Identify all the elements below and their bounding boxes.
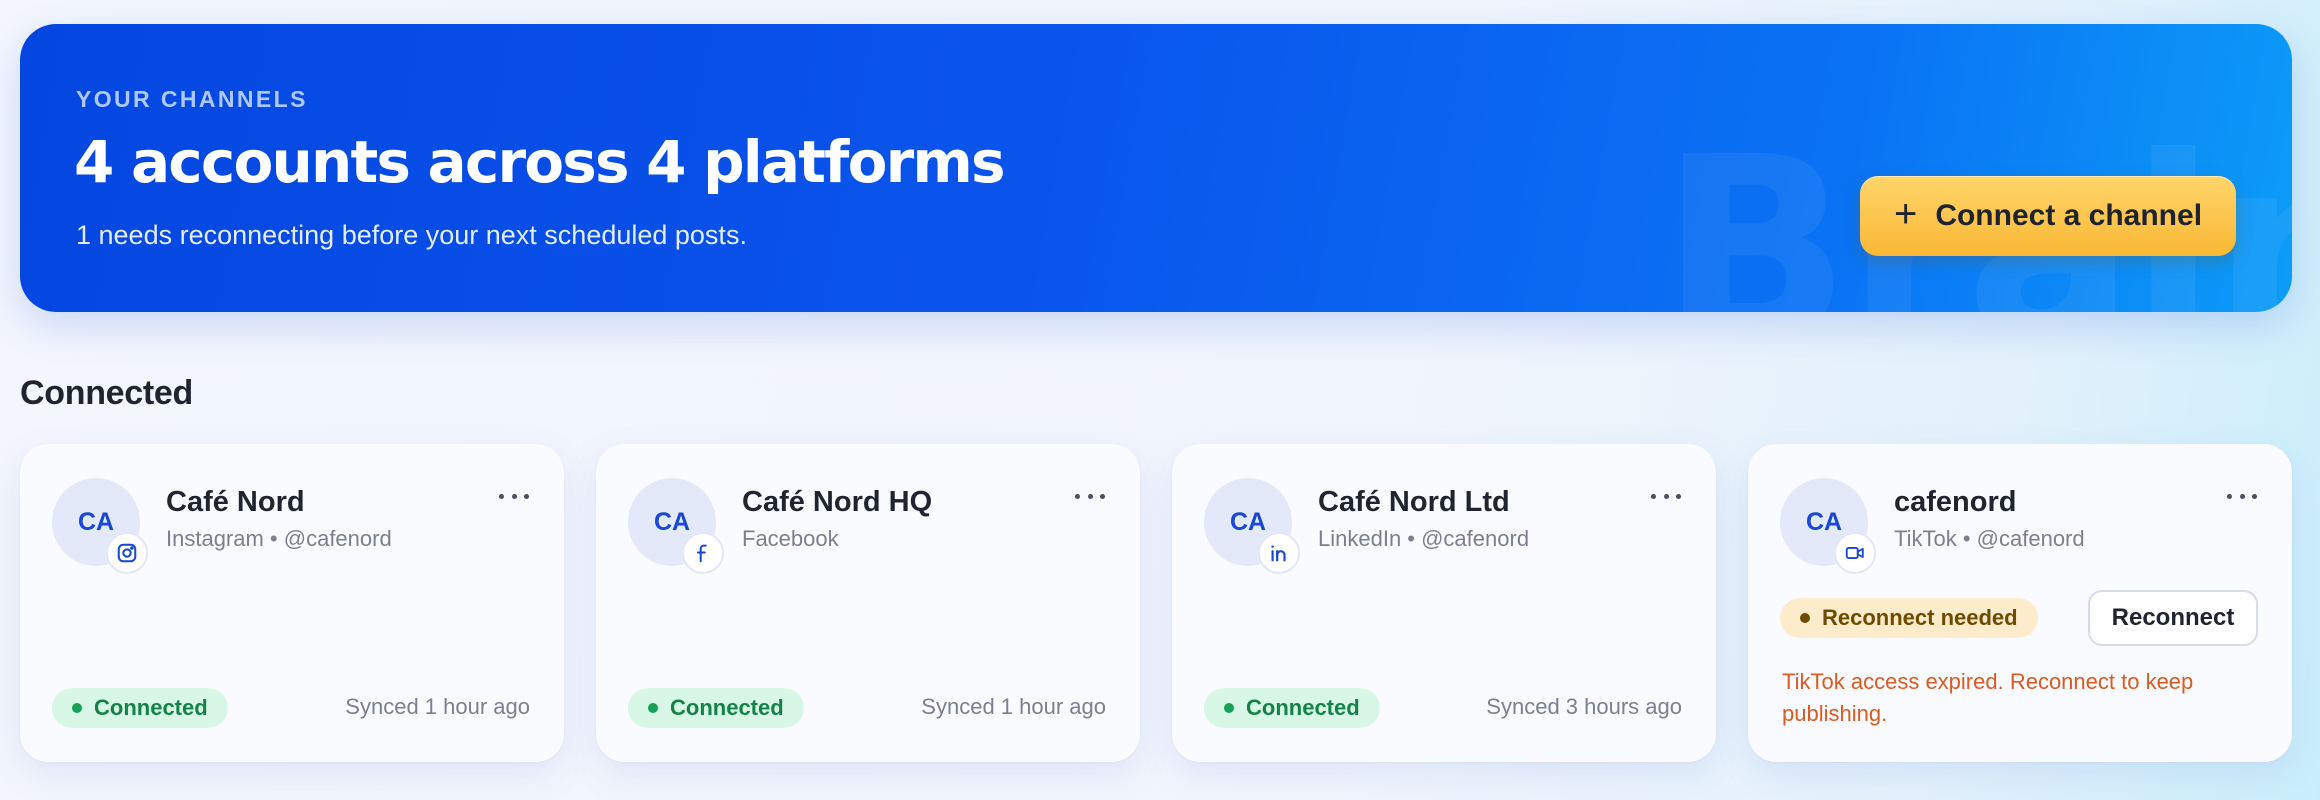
channel-meta: TikTok • @cafenord <box>1894 526 2085 551</box>
status-badge: Connected <box>52 688 228 728</box>
channel-card-instagram: CA Café Nord Instagram • @cafenord Conne… <box>20 444 564 762</box>
facebook-icon <box>682 532 724 574</box>
linkedin-icon <box>1258 532 1300 574</box>
reconnect-button[interactable]: Reconnect <box>2088 590 2258 646</box>
channels-hero-banner: Brain YOUR CHANNELS 4 accounts across 4 … <box>20 24 2292 312</box>
channel-card-tiktok: CA cafenord TikTok • @cafenord Reconnect… <box>1748 444 2292 762</box>
status-badge: Connected <box>628 688 804 728</box>
channel-card-facebook: CA Café Nord HQ Facebook Connected Synce… <box>596 444 1140 762</box>
status-label: Connected <box>1246 695 1360 720</box>
status-dot <box>648 703 658 713</box>
connect-channel-label: Connect a channel <box>1935 199 2203 232</box>
status-label: Connected <box>670 695 784 720</box>
channel-meta: LinkedIn • @cafenord <box>1318 526 1530 551</box>
status-dot <box>1224 703 1234 713</box>
video-icon <box>1834 532 1876 574</box>
more-options-icon[interactable] <box>1646 484 1686 508</box>
channel-name: Café Nord <box>166 486 305 518</box>
more-options-icon[interactable] <box>2222 484 2262 508</box>
hero-subtitle: 1 needs reconnecting before your next sc… <box>76 220 747 250</box>
plus-icon: + <box>1893 192 1918 236</box>
connect-channel-button[interactable]: + Connect a channel <box>1860 176 2236 256</box>
status-label: Reconnect needed <box>1822 605 2018 630</box>
error-message: TikTok access expired. Reconnect to keep… <box>1782 669 2194 726</box>
reconnect-needed-badge: Reconnect needed <box>1780 598 2038 638</box>
channel-card-linkedin: CA Café Nord Ltd LinkedIn • @cafenord Co… <box>1172 444 1716 762</box>
status-label: Connected <box>94 695 208 720</box>
channel-meta: Facebook <box>742 526 839 551</box>
channel-name: Café Nord Ltd <box>1318 486 1510 518</box>
status-badge: Connected <box>1204 688 1380 728</box>
more-options-icon[interactable] <box>494 484 534 508</box>
channels-page: Brain YOUR CHANNELS 4 accounts across 4 … <box>0 0 2320 800</box>
more-options-icon[interactable] <box>1070 484 1110 508</box>
synced-time: Synced 3 hours ago <box>1486 694 1682 719</box>
channel-name: cafenord <box>1894 486 2017 518</box>
status-dot <box>72 703 82 713</box>
synced-time: Synced 1 hour ago <box>921 694 1106 719</box>
channel-meta: Instagram • @cafenord <box>166 526 392 551</box>
channel-name: Café Nord HQ <box>742 486 933 518</box>
hero-eyebrow: YOUR CHANNELS <box>76 86 308 112</box>
synced-time: Synced 1 hour ago <box>345 694 530 719</box>
warning-dot <box>1800 613 1810 623</box>
section-title: Connected <box>20 374 193 412</box>
page-title: 4 accounts across 4 platforms <box>74 128 1006 196</box>
instagram-icon <box>106 532 148 574</box>
